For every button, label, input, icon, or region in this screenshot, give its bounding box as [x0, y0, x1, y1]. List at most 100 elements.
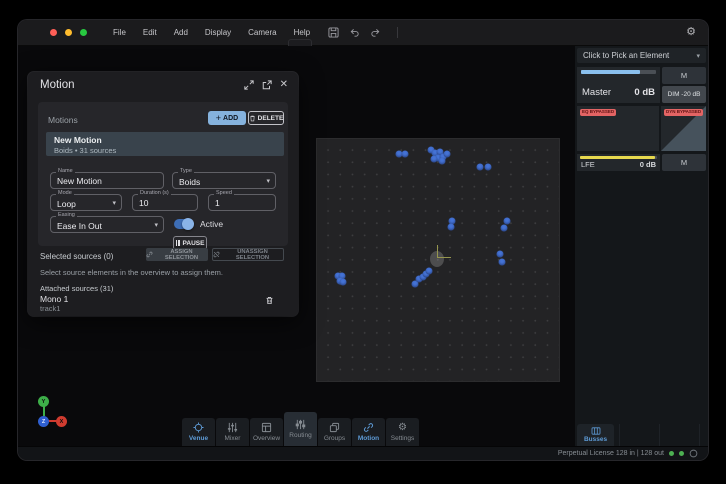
- source-dot[interactable]: [439, 158, 446, 165]
- gizmo-x-node: X: [56, 416, 67, 427]
- tab-routing[interactable]: Routing: [284, 412, 317, 446]
- attached-sources-label: Attached sources (31): [40, 284, 113, 293]
- tab-venue[interactable]: Venue: [182, 418, 215, 446]
- tab-overview-label: Overview: [253, 435, 280, 442]
- settings-icon: ⚙: [398, 423, 407, 433]
- master-mute-button[interactable]: M: [662, 67, 706, 84]
- active-label: Active: [200, 219, 223, 229]
- settings-gear-icon[interactable]: ⚙: [686, 27, 696, 38]
- app-window: File Edit Add Display Camera Help: [18, 20, 708, 460]
- menu-file[interactable]: File: [113, 28, 126, 37]
- source-dot[interactable]: [501, 225, 508, 232]
- expand-icon[interactable]: [244, 80, 254, 90]
- lfe-mute-button[interactable]: M: [662, 154, 706, 171]
- source-dot[interactable]: [340, 279, 347, 286]
- delete-trash-icon: [249, 115, 256, 122]
- venue-icon: [193, 422, 204, 433]
- speed-input[interactable]: [209, 195, 275, 210]
- attached-source-track: track1: [40, 304, 60, 313]
- menu-bar: File Edit Add Display Camera Help: [113, 28, 310, 37]
- unassign-selection-button[interactable]: UNASSIGN SELECTION: [212, 248, 284, 261]
- motion-panel: Motion ✕ Motions: [28, 72, 298, 316]
- selected-sources-label: Selected sources (0): [40, 252, 113, 261]
- menu-help[interactable]: Help: [294, 28, 310, 37]
- motion-panel-title: Motion: [40, 79, 244, 91]
- chevron-down-icon: ▾: [154, 221, 158, 229]
- undo-icon[interactable]: [349, 27, 360, 38]
- dynamics-panel[interactable]: DYN BYPASSED: [661, 106, 706, 151]
- source-dot[interactable]: [448, 224, 455, 231]
- source-dot[interactable]: [477, 164, 484, 171]
- attached-source-name: Mono 1: [40, 294, 68, 304]
- venue-canvas[interactable]: [316, 138, 560, 382]
- motion-list-item-selected[interactable]: New Motion Boids • 31 sources: [46, 132, 284, 156]
- tab-groups[interactable]: Groups: [318, 418, 351, 446]
- lfe-fader-panel[interactable]: LFE 0 dB: [577, 154, 660, 171]
- speed-field[interactable]: Speed: [208, 194, 276, 211]
- source-dot[interactable]: [431, 156, 438, 163]
- duration-field[interactable]: Duration (s): [132, 194, 198, 211]
- source-dot[interactable]: [497, 251, 504, 258]
- chevron-down-icon: ▾: [696, 52, 700, 60]
- eq-panel[interactable]: EQ BYPASSED: [577, 106, 659, 151]
- source-dot[interactable]: [504, 218, 511, 225]
- main-view: Y Z X Venue: [18, 46, 575, 446]
- tab-overview[interactable]: Overview: [250, 418, 283, 446]
- popout-icon[interactable]: [262, 80, 272, 90]
- view-tabbar: Venue Mixer Overview: [182, 412, 420, 446]
- tab-motion[interactable]: Motion: [352, 418, 385, 446]
- source-dot[interactable]: [444, 151, 451, 158]
- tab-settings[interactable]: ⚙ Settings: [386, 418, 419, 446]
- redo-icon[interactable]: [370, 27, 381, 38]
- listener-axis-x: [437, 257, 451, 258]
- menu-camera[interactable]: Camera: [248, 28, 276, 37]
- menu-add[interactable]: Add: [174, 28, 188, 37]
- active-toggle[interactable]: [174, 219, 194, 229]
- tab-groups-label: Groups: [324, 435, 345, 442]
- screenshot-stage: File Edit Add Display Camera Help: [0, 0, 726, 484]
- motion-link-icon: [363, 422, 374, 433]
- mode-select[interactable]: Mode Loop ▾: [50, 194, 122, 211]
- remove-source-trash-icon[interactable]: [265, 296, 274, 305]
- add-motion-button[interactable]: + ADD: [208, 111, 246, 125]
- status-circle-icon[interactable]: [689, 449, 698, 458]
- traffic-light-close[interactable]: [50, 29, 57, 36]
- menu-display[interactable]: Display: [205, 28, 231, 37]
- master-fader-panel[interactable]: Master 0 dB: [577, 67, 660, 103]
- master-dim-button[interactable]: DIM -20 dB: [662, 86, 706, 103]
- tab-routing-label: Routing: [289, 432, 311, 439]
- source-dot[interactable]: [426, 268, 433, 275]
- name-field[interactable]: Name: [50, 172, 164, 189]
- element-picker-label: Click to Pick an Element: [583, 51, 696, 60]
- easing-select[interactable]: Easing Ease In Out ▾: [50, 216, 164, 233]
- type-select[interactable]: Type Boids ▾: [172, 172, 276, 189]
- traffic-light-zoom[interactable]: [80, 29, 87, 36]
- source-dot[interactable]: [402, 151, 409, 158]
- routing-icon: [295, 419, 306, 430]
- link-icon: [146, 251, 153, 258]
- master-level-value: 0 dB: [634, 87, 655, 98]
- master-channel-strip: Master 0 dB M DIM -20 dB: [577, 67, 706, 103]
- menu-edit[interactable]: Edit: [143, 28, 157, 37]
- titlebar-divider: [397, 27, 398, 38]
- master-processing-panels: EQ BYPASSED DYN BYPASSED: [577, 106, 706, 151]
- status-indicator-green-2: [679, 451, 684, 456]
- chevron-down-icon: ▾: [112, 199, 116, 207]
- tab-busses[interactable]: Busses: [577, 424, 614, 446]
- groups-icon: [329, 422, 340, 433]
- tab-mixer[interactable]: Mixer: [216, 418, 249, 446]
- save-icon[interactable]: [328, 27, 339, 38]
- traffic-light-minimize[interactable]: [65, 29, 72, 36]
- axis-gizmo: Y Z X: [32, 396, 76, 432]
- dyn-bypassed-badge: DYN BYPASSED: [664, 109, 703, 116]
- assign-selection-button[interactable]: ASSIGN SELECTION: [146, 248, 208, 261]
- source-dot[interactable]: [499, 259, 506, 266]
- attached-source-row[interactable]: Mono 1 track1: [28, 294, 298, 316]
- name-input[interactable]: [51, 173, 163, 188]
- tab-slot-divider: [619, 424, 620, 446]
- duration-input[interactable]: [133, 195, 197, 210]
- close-icon[interactable]: ✕: [280, 80, 288, 90]
- delete-motion-button[interactable]: DELETE: [248, 111, 284, 125]
- element-picker-dropdown[interactable]: Click to Pick an Element ▾: [577, 48, 706, 63]
- source-dot[interactable]: [485, 164, 492, 171]
